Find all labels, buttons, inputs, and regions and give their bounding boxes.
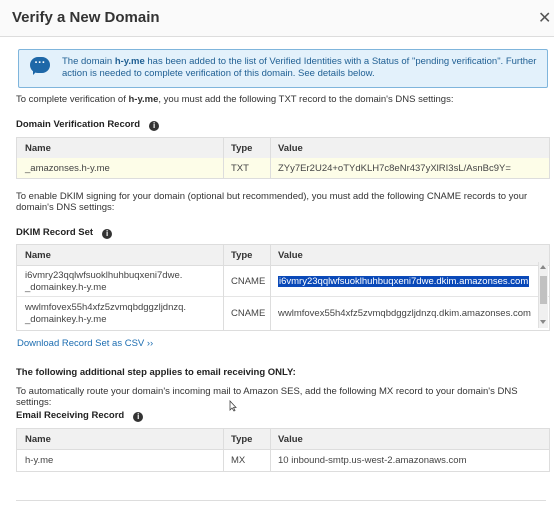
receiving-heading: The following additional step applies to…: [16, 367, 296, 378]
email-receiving-label: Email Receiving Record: [16, 410, 125, 421]
info-circle-icon[interactable]: i: [102, 229, 113, 239]
chat-bubble-icon: ···: [30, 57, 50, 75]
dialog-header: Verify a New Domain ✕: [0, 0, 554, 37]
info-banner: ··· The domain h-y.me has been added to …: [18, 49, 548, 88]
column-header-name: Name: [25, 143, 51, 154]
domain-verification-label: Domain Verification Record: [16, 119, 141, 130]
column-divider: [223, 429, 224, 471]
txt-intro-domain: h-y.me: [128, 94, 159, 105]
email-receiving-title: Email Receiving Record i: [16, 410, 144, 422]
column-divider: [270, 138, 271, 178]
record-type: CNAME: [231, 308, 266, 319]
record-name: _amazonses.h-y.me: [25, 163, 110, 174]
dialog-title: Verify a New Domain: [12, 9, 160, 26]
scroll-thumb[interactable]: [540, 276, 547, 304]
column-divider: [270, 245, 271, 330]
dkim-scrollbar[interactable]: [538, 262, 548, 328]
verify-domain-dialog: Verify a New Domain ✕ ··· The domain h-y…: [0, 0, 554, 512]
domain-verification-title: Domain Verification Record i: [16, 119, 160, 131]
dkim-title: DKIM Record Set i: [16, 227, 113, 239]
info-domain: h-y.me: [114, 56, 145, 67]
footer-divider: [16, 500, 546, 501]
record-name-line1: i6vmry23qqlwfsuoklhuhbuqxeni7dwe.: [25, 270, 183, 281]
record-value[interactable]: wwlmfovex55h4xfz5zvmqbdggzljdnzq.dkim.am…: [278, 308, 531, 319]
info-message: The domain h-y.me has been added to the …: [62, 56, 542, 80]
selected-text[interactable]: i6vmry23qqlwfsuoklhuhbuqxeni7dwe.dkim.am…: [278, 276, 530, 287]
column-header-value: Value: [278, 250, 303, 261]
column-header-value: Value: [278, 434, 303, 445]
column-header-name: Name: [25, 250, 51, 261]
txt-intro-post: , you must add the following TXT record …: [158, 94, 454, 105]
receiving-intro: To automatically route your domain's inc…: [16, 386, 518, 408]
txt-intro: To complete verification of h-y.me, you …: [16, 94, 453, 105]
record-type: TXT: [231, 163, 249, 174]
record-name: h-y.me: [25, 455, 54, 466]
info-text-pre: The domain: [62, 56, 115, 67]
text-cursor-icon: [229, 400, 237, 412]
column-header-name: Name: [25, 434, 51, 445]
download-csv-link[interactable]: Download Record Set as CSV ››: [17, 338, 153, 349]
column-divider: [223, 245, 224, 330]
record-value[interactable]: i6vmry23qqlwfsuoklhuhbuqxeni7dwe.dkim.am…: [278, 276, 530, 287]
record-name-line1: wwlmfovex55h4xfz5zvmqbdggzljdnzq.: [25, 302, 187, 313]
dkim-table: Name Type Value i6vmry23qqlwfsuoklhuhbuq…: [16, 244, 550, 331]
record-name-line2: _domainkey.h-y.me: [25, 314, 107, 325]
scroll-down-icon[interactable]: [540, 320, 546, 324]
email-receiving-table: Name Type Value h-y.me MX 10 inbound-smt…: [16, 428, 550, 472]
column-divider: [223, 138, 224, 178]
scroll-up-icon[interactable]: [540, 265, 546, 269]
column-header-value: Value: [278, 143, 303, 154]
info-circle-icon[interactable]: i: [133, 412, 144, 422]
record-name-line2: _domainkey.h-y.me: [25, 282, 107, 293]
column-header-type: Type: [231, 250, 253, 261]
column-header-type: Type: [231, 434, 253, 445]
record-value[interactable]: ZYy7Er2U24+oTYdKLH7c8eNr437yXlRI3sL/AsnB…: [278, 163, 511, 174]
domain-verification-table: Name Type Value _amazonses.h-y.me TXT ZY…: [16, 137, 550, 179]
txt-intro-pre: To complete verification of: [16, 94, 129, 105]
close-icon[interactable]: ✕: [538, 8, 551, 28]
record-type: CNAME: [231, 276, 266, 287]
column-divider: [270, 429, 271, 471]
dkim-intro: To enable DKIM signing for your domain (…: [16, 191, 528, 213]
record-type: MX: [231, 455, 246, 466]
column-header-type: Type: [231, 143, 253, 154]
dkim-title-label: DKIM Record Set: [16, 227, 94, 238]
info-circle-icon[interactable]: i: [149, 121, 160, 131]
record-value[interactable]: 10 inbound-smtp.us-west-2.amazonaws.com: [278, 455, 467, 466]
